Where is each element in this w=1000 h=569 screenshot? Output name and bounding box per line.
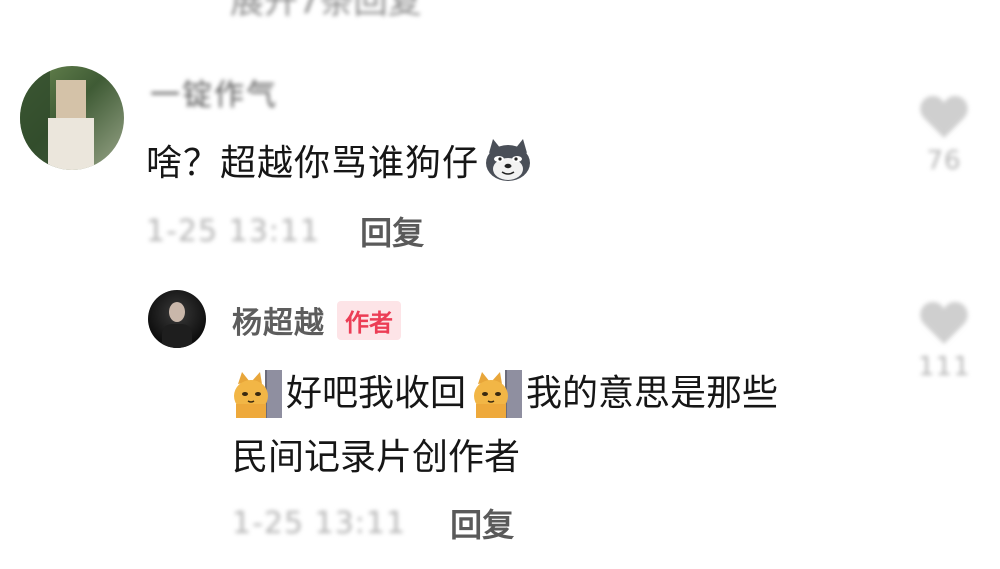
peeking-cat-icon: [234, 370, 282, 418]
author-badge: 作者: [337, 300, 401, 340]
expand-replies-link[interactable]: 展开7条回复: [230, 0, 422, 23]
comment-text-content: 啥？超越你骂谁狗仔: [146, 143, 480, 184]
heart-icon: [920, 302, 968, 344]
heart-icon: [920, 96, 968, 138]
like-count: 111: [918, 352, 971, 382]
comment-text: 好吧我收回 我的意思是那些 民间记录片创作者: [232, 362, 892, 490]
like-button[interactable]: 76: [918, 94, 970, 176]
like-button[interactable]: 111: [918, 300, 971, 382]
peeking-cat-icon: [474, 370, 523, 418]
comment-username[interactable]: 一锭作气: [150, 70, 278, 114]
comment-text-part: 好吧我收回: [286, 373, 467, 414]
avatar[interactable]: [20, 66, 124, 170]
comment-text-part: 我的意思是那些: [526, 373, 779, 414]
comment-text: 啥？超越你骂谁狗仔: [146, 134, 533, 186]
comment-username[interactable]: 杨超越: [232, 298, 325, 342]
comment-text-part: 民间记录片创作者: [232, 437, 521, 478]
like-count: 76: [926, 146, 962, 176]
dog-face-icon: [486, 139, 531, 181]
timestamp: 1-25 13:11: [146, 213, 321, 249]
comment-meta: 1-25 13:11 回复: [232, 500, 514, 546]
reply-button[interactable]: 回复: [450, 500, 514, 546]
comment-meta: 1-25 13:11 回复: [146, 208, 424, 254]
avatar[interactable]: [148, 290, 206, 348]
comment-header: 杨超越 作者: [232, 298, 401, 342]
reply-button[interactable]: 回复: [360, 208, 424, 254]
timestamp: 1-25 13:11: [232, 505, 407, 541]
